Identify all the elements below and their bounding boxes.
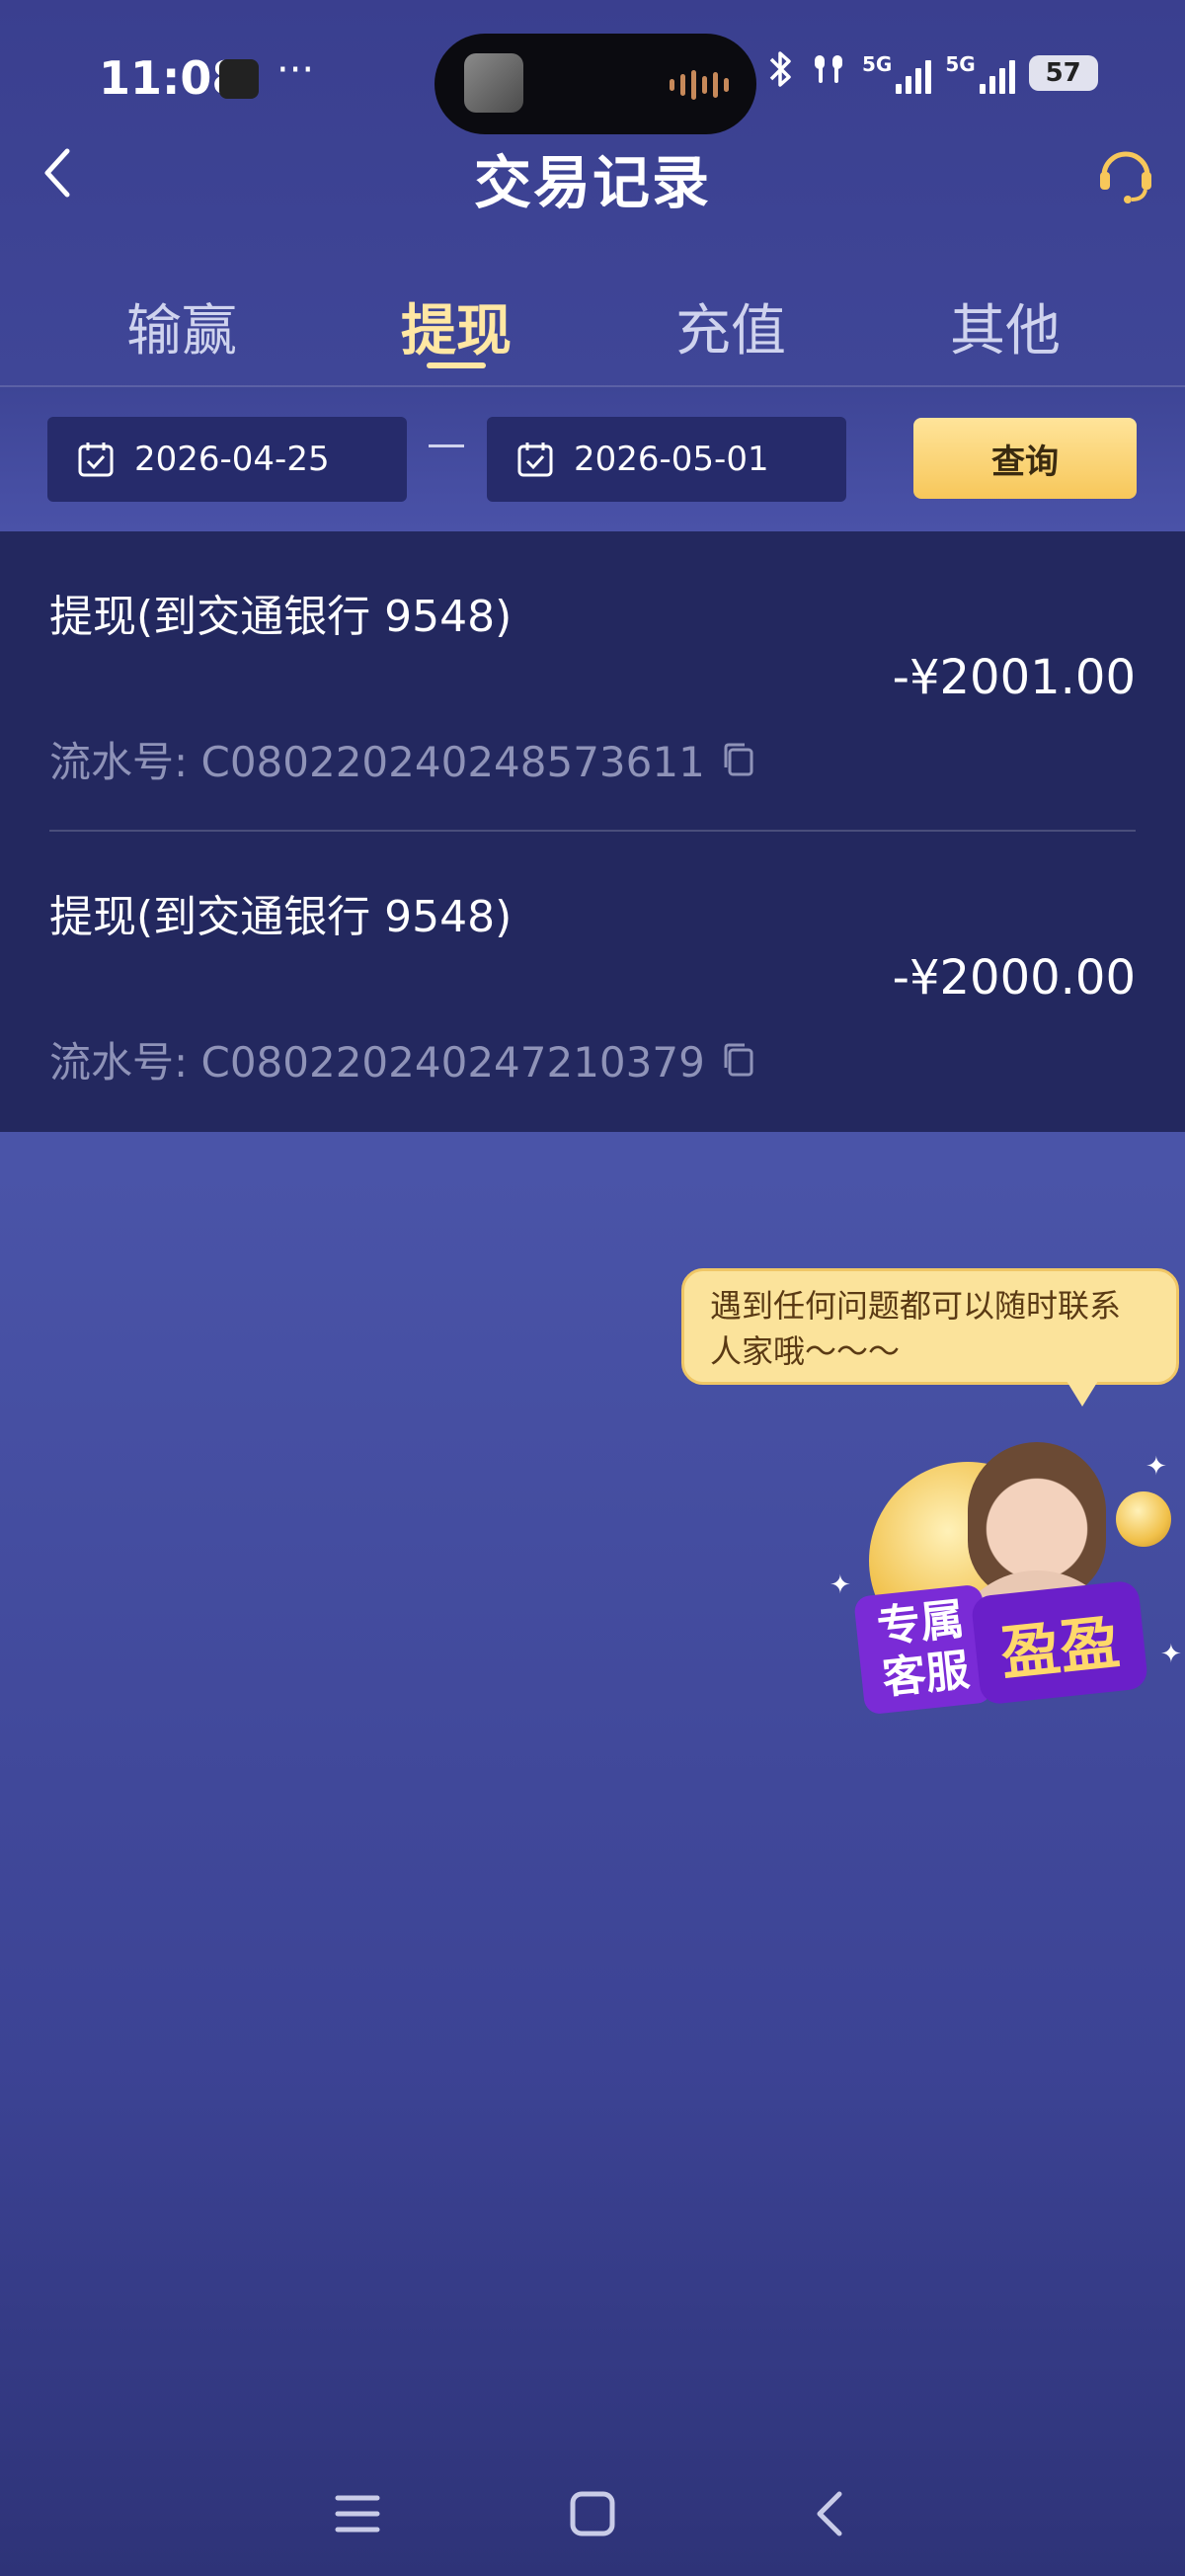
sparkle-icon: ✦: [1160, 1640, 1182, 1669]
page-title: 交易记录: [473, 149, 711, 216]
calendar-icon: [517, 443, 553, 477]
end-date-picker[interactable]: 2026-05-01: [487, 417, 846, 502]
date-range-separator: [429, 444, 464, 447]
tab-label: 输赢: [126, 299, 237, 363]
copy-icon[interactable]: [721, 742, 756, 777]
calendar-icon: [78, 443, 114, 477]
customer-service-mascot-button[interactable]: ✦ ✦ ✦ 专属 客服 盈盈: [820, 1422, 1185, 1758]
tab-other[interactable]: 其他: [867, 286, 1144, 366]
square-icon: [570, 2491, 615, 2536]
system-nav-bar: [0, 2459, 1185, 2558]
transaction-list: 提现(到交通银行 9548) -¥2001.00 流水号: C080220240…: [0, 531, 1185, 1132]
badge-label: 专属 客服: [853, 1583, 993, 1716]
tab-label: 充值: [675, 299, 786, 363]
serial-text: 流水号: C080220240248573611: [49, 738, 705, 786]
tab-deposit[interactable]: 充值: [592, 286, 869, 366]
recent-apps-button[interactable]: [318, 2479, 397, 2548]
earbuds-icon: [809, 49, 848, 97]
transaction-item[interactable]: 提现(到交通银行 9548) -¥2000.00 流水号: C080220240…: [0, 832, 1185, 1130]
audio-wave-icon: [670, 67, 729, 103]
signal-icon-2: [979, 58, 1015, 94]
query-button[interactable]: 查询: [913, 418, 1137, 499]
transaction-title: 提现(到交通银行 9548): [49, 592, 513, 642]
serial-text: 流水号: C080220240247210379: [49, 1038, 705, 1087]
customer-service-button[interactable]: [1084, 132, 1167, 215]
media-thumbnail-icon: [464, 53, 523, 113]
network-label-2: 5G: [945, 52, 976, 76]
headset-icon: [1100, 151, 1151, 203]
tab-win-loss[interactable]: 输赢: [43, 286, 320, 366]
sparkle-icon: ✦: [830, 1570, 851, 1600]
app-header: 交易记录: [0, 119, 1185, 227]
date-filter: 2026-04-25 2026-05-01 查询: [0, 387, 1185, 531]
more-notifications-icon: ···: [276, 47, 315, 93]
transaction-serial: 流水号: C080220240247210379: [49, 1029, 756, 1089]
small-coin-icon: [1116, 1491, 1171, 1547]
copy-icon[interactable]: [721, 1042, 756, 1078]
chevron-left-icon: [817, 2491, 842, 2536]
system-back-button[interactable]: [790, 2479, 869, 2548]
transaction-title: 提现(到交通银行 9548): [49, 892, 513, 942]
battery-icon: 57: [1028, 55, 1098, 91]
transaction-amount: -¥2000.00: [892, 950, 1136, 1006]
start-date-value: 2026-04-25: [134, 440, 330, 479]
exclusive-service-badge: 专属 客服 盈盈: [853, 1579, 1155, 1719]
support-speech-bubble[interactable]: 遇到任何问题都可以随时联系人家哦～～～: [681, 1268, 1179, 1385]
transaction-amount: -¥2001.00: [892, 650, 1136, 705]
end-date-value: 2026-05-01: [574, 440, 769, 479]
start-date-picker[interactable]: 2026-04-25: [47, 417, 407, 502]
tab-label: 提现: [401, 299, 512, 363]
transaction-item[interactable]: 提现(到交通银行 9548) -¥2001.00 流水号: C080220240…: [0, 531, 1185, 832]
speech-bubble-tail: [1066, 1381, 1098, 1407]
sparkle-icon: ✦: [1146, 1452, 1167, 1482]
network-label-1: 5G: [862, 52, 893, 76]
notification-app-icon: [219, 59, 259, 99]
home-button[interactable]: [553, 2479, 632, 2548]
signal-icon-1: [896, 58, 932, 94]
badge-name: 盈盈: [970, 1579, 1149, 1706]
active-tab-indicator: [427, 362, 486, 368]
tab-withdraw[interactable]: 提现: [318, 286, 594, 368]
tab-label: 其他: [950, 299, 1061, 363]
menu-icon: [335, 2495, 380, 2533]
bluetooth-icon: [765, 49, 795, 97]
transaction-serial: 流水号: C080220240248573611: [49, 729, 756, 789]
tab-bar: 输赢 提现 充值 其他: [0, 286, 1185, 387]
status-icons: 5G 5G 57: [765, 49, 1098, 97]
